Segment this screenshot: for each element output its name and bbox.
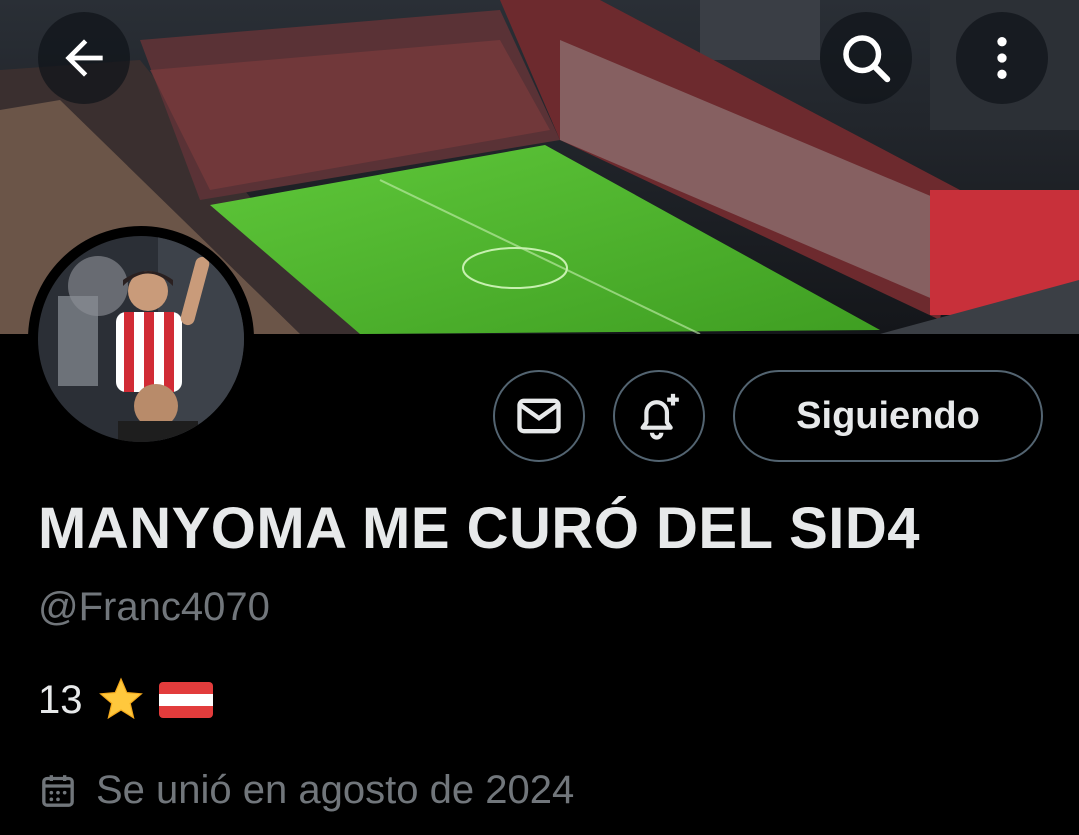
- following-button[interactable]: Siguiendo: [733, 370, 1043, 462]
- notifications-button[interactable]: [613, 370, 705, 462]
- user-handle: @Franc4070: [38, 585, 270, 629]
- search-button[interactable]: [820, 12, 912, 104]
- back-arrow-icon: [65, 39, 103, 77]
- flag-emoji: [158, 682, 213, 718]
- bell-plus-icon: [640, 393, 679, 440]
- back-button[interactable]: [38, 12, 130, 104]
- join-date-text: Se unió en agosto de 2024: [96, 768, 575, 812]
- profile-actions: Siguiendo: [0, 370, 1079, 466]
- join-date: Se unió en agosto de 2024: [38, 768, 574, 813]
- star-emoji: [98, 677, 143, 720]
- more-options-button[interactable]: [956, 12, 1048, 104]
- bio-text: 13: [38, 677, 83, 722]
- search-icon: [843, 35, 891, 83]
- more-vertical-icon: [997, 37, 1007, 79]
- profile-bio: 13: [38, 676, 213, 724]
- calendar-icon: [42, 774, 74, 807]
- message-button[interactable]: [493, 370, 585, 462]
- display-name: MANYOMA ME CURÓ DEL SID4: [38, 496, 921, 561]
- envelope-icon: [517, 398, 561, 434]
